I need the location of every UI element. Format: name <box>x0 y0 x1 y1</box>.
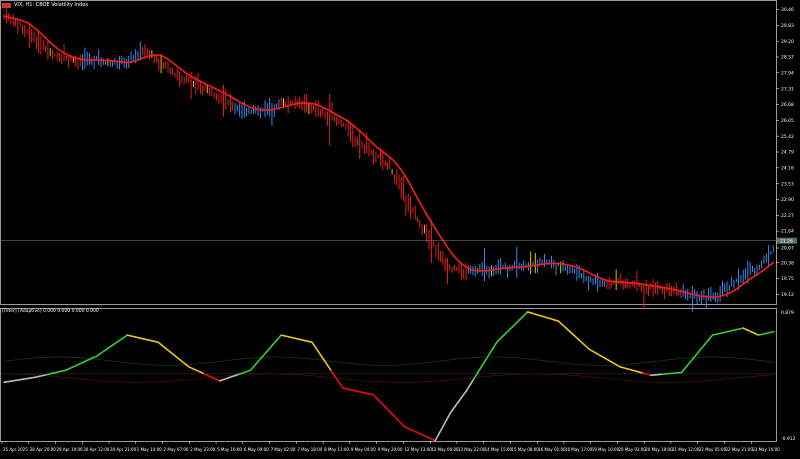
time-tick-label: 20 May 03:00 <box>618 447 646 452</box>
time-tick-label: 1 May 14:00 <box>137 447 162 452</box>
time-tick-label: 22 May 05:00 <box>699 447 727 452</box>
price-tick-label: 26.68 <box>781 102 794 108</box>
time-tick-label: 30 Apr 12:00 <box>83 447 110 452</box>
time-tick-label: 30 Apr 21:00 <box>110 447 137 452</box>
time-tick-label: 29 Apr 19:00 <box>57 447 84 452</box>
osc-segment <box>770 332 774 333</box>
osc-axis-top: 0.879 <box>781 310 794 316</box>
indicator-label: [Filter] [Adaptive] 0.000 0.000 0.000 0.… <box>2 309 99 314</box>
osc-axis-bottom: -0.912 <box>781 436 796 442</box>
symbol-flag-icon <box>2 3 11 8</box>
price-tick-label: 27.31 <box>781 86 794 92</box>
price-tick-label: 29.83 <box>781 23 794 29</box>
time-tick-label: 16 May 01:00 <box>538 447 566 452</box>
price-tick-label: 21.64 <box>781 229 794 235</box>
price-tick-label: 25.42 <box>781 134 794 140</box>
price-tick-label: 19.75 <box>781 276 794 282</box>
price-tick-label: 19.12 <box>781 292 794 298</box>
time-tick-label: 15 May 08:00 <box>511 447 539 452</box>
symbol-label: VIX, H1: CBOE Volatility Index <box>14 2 88 8</box>
chart-window[interactable]: 30.46 29.83 29.20 28.57 27.94 27.31 26.68 26.05… <box>0 0 800 455</box>
price-tick-label: 20.97 <box>781 246 794 252</box>
price-tick-label: 30.46 <box>781 7 794 13</box>
time-tick-label: 8 May 11:00 <box>324 447 349 452</box>
time-tick-label: 9 May 04:00 <box>351 447 376 452</box>
price-tick-label: 24.16 <box>781 165 794 171</box>
window-title: VIX, H1: CBOE Volatility Index <box>2 2 88 8</box>
time-tick-label: 2 May 23:00 <box>190 447 215 452</box>
time-tick-label: 25 Apr 2025 <box>3 447 28 452</box>
time-tick-label: 7 May 18:00 <box>297 447 322 452</box>
price-tick-label: 24.79 <box>781 150 794 156</box>
time-tick-label: 14 May 15:00 <box>485 447 513 452</box>
time-tick-label: 5 May 16:00 <box>217 447 242 452</box>
price-tick-label: 28.57 <box>781 55 794 61</box>
time-tick-label: 21 May 12:00 <box>672 447 700 452</box>
time-tick-label: 7 May 02:00 <box>271 447 296 452</box>
time-tick-label: 6 May 09:00 <box>244 447 269 452</box>
price-tick-label: 22.27 <box>781 213 794 219</box>
time-tick-label: 19 May 10:00 <box>592 447 620 452</box>
chart-canvas[interactable]: 30.46 29.83 29.20 28.57 27.94 27.31 26.68 26.05… <box>0 0 800 455</box>
current-price-label: 21.26 <box>780 238 793 244</box>
price-tick-label: 26.05 <box>781 118 794 124</box>
time-tick-label: 16 May 17:00 <box>565 447 593 452</box>
price-tick-label: 23.53 <box>781 181 794 187</box>
price-tick-label: 22.90 <box>781 197 794 203</box>
time-tick-label: 2 May 07:00 <box>164 447 189 452</box>
time-tick-label: 20 May 19:00 <box>645 447 673 452</box>
time-tick-label: 9 May 20:00 <box>378 447 403 452</box>
time-tick-label: 22 May 21:00 <box>725 447 753 452</box>
time-tick-label: 23 May 14:00 <box>752 447 780 452</box>
price-tick-label: 29.20 <box>781 39 794 45</box>
time-tick-label: 13 May 22:00 <box>458 447 486 452</box>
price-tick-label: 27.94 <box>781 70 794 76</box>
price-tick-label: 20.38 <box>781 260 794 266</box>
time-tick-label: 13 May 06:00 <box>431 447 459 452</box>
time-tick-label: 28 Apr 20:00 <box>30 447 57 452</box>
time-tick-label: 12 May 13:00 <box>404 447 432 452</box>
